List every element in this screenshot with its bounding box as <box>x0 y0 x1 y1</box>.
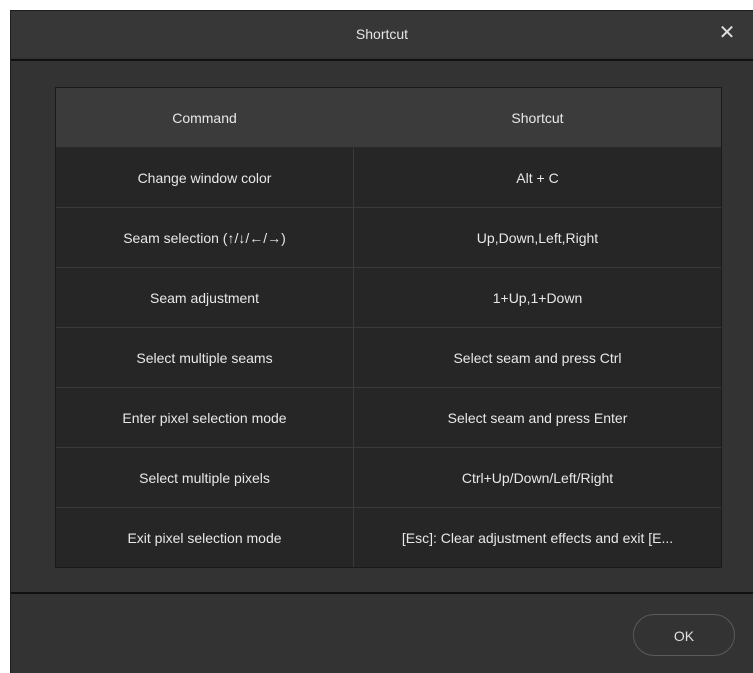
footer-divider <box>11 592 753 594</box>
table-row: Select multiple seams Select seam and pr… <box>56 327 721 388</box>
table-row: Enter pixel selection mode Select seam a… <box>56 387 721 448</box>
command-cell: Enter pixel selection mode <box>56 387 354 448</box>
shortcut-cell: Alt + C <box>353 147 721 208</box>
shortcut-cell: Up,Down,Left,Right <box>353 207 721 268</box>
command-cell: Seam adjustment <box>56 267 354 328</box>
title-divider <box>11 59 753 61</box>
dialog-titlebar: Shortcut ✕ <box>11 11 753 57</box>
table-header-row: Command Shortcut <box>56 88 721 148</box>
command-cell: Seam selection (↑/↓/←/→) <box>56 207 354 268</box>
table-row: Select multiple pixels Ctrl+Up/Down/Left… <box>56 447 721 508</box>
shortcut-cell: Select seam and press Enter <box>353 387 721 448</box>
shortcut-table: Command Shortcut Change window color Alt… <box>55 87 722 568</box>
shortcut-cell: 1+Up,1+Down <box>353 267 721 328</box>
command-cell: Exit pixel selection mode <box>56 507 354 567</box>
table-row: Change window color Alt + C <box>56 147 721 208</box>
command-cell: Select multiple pixels <box>56 447 354 508</box>
close-icon[interactable]: ✕ <box>715 21 739 45</box>
column-header-command: Command <box>56 88 354 148</box>
shortcut-cell: Ctrl+Up/Down/Left/Right <box>353 447 721 508</box>
command-cell: Select multiple seams <box>56 327 354 388</box>
command-cell: Change window color <box>56 147 354 208</box>
ok-button[interactable]: OK <box>633 614 735 656</box>
column-header-shortcut: Shortcut <box>353 88 721 148</box>
dialog-title: Shortcut <box>355 26 409 42</box>
shortcut-dialog: Shortcut ✕ Command Shortcut Change windo… <box>10 10 753 673</box>
table-row: Seam selection (↑/↓/←/→) Up,Down,Left,Ri… <box>56 207 721 268</box>
shortcut-cell: Select seam and press Ctrl <box>353 327 721 388</box>
table-row: Exit pixel selection mode [Esc]: Clear a… <box>56 507 721 567</box>
shortcut-cell: [Esc]: Clear adjustment effects and exit… <box>353 507 721 567</box>
table-row: Seam adjustment 1+Up,1+Down <box>56 267 721 328</box>
